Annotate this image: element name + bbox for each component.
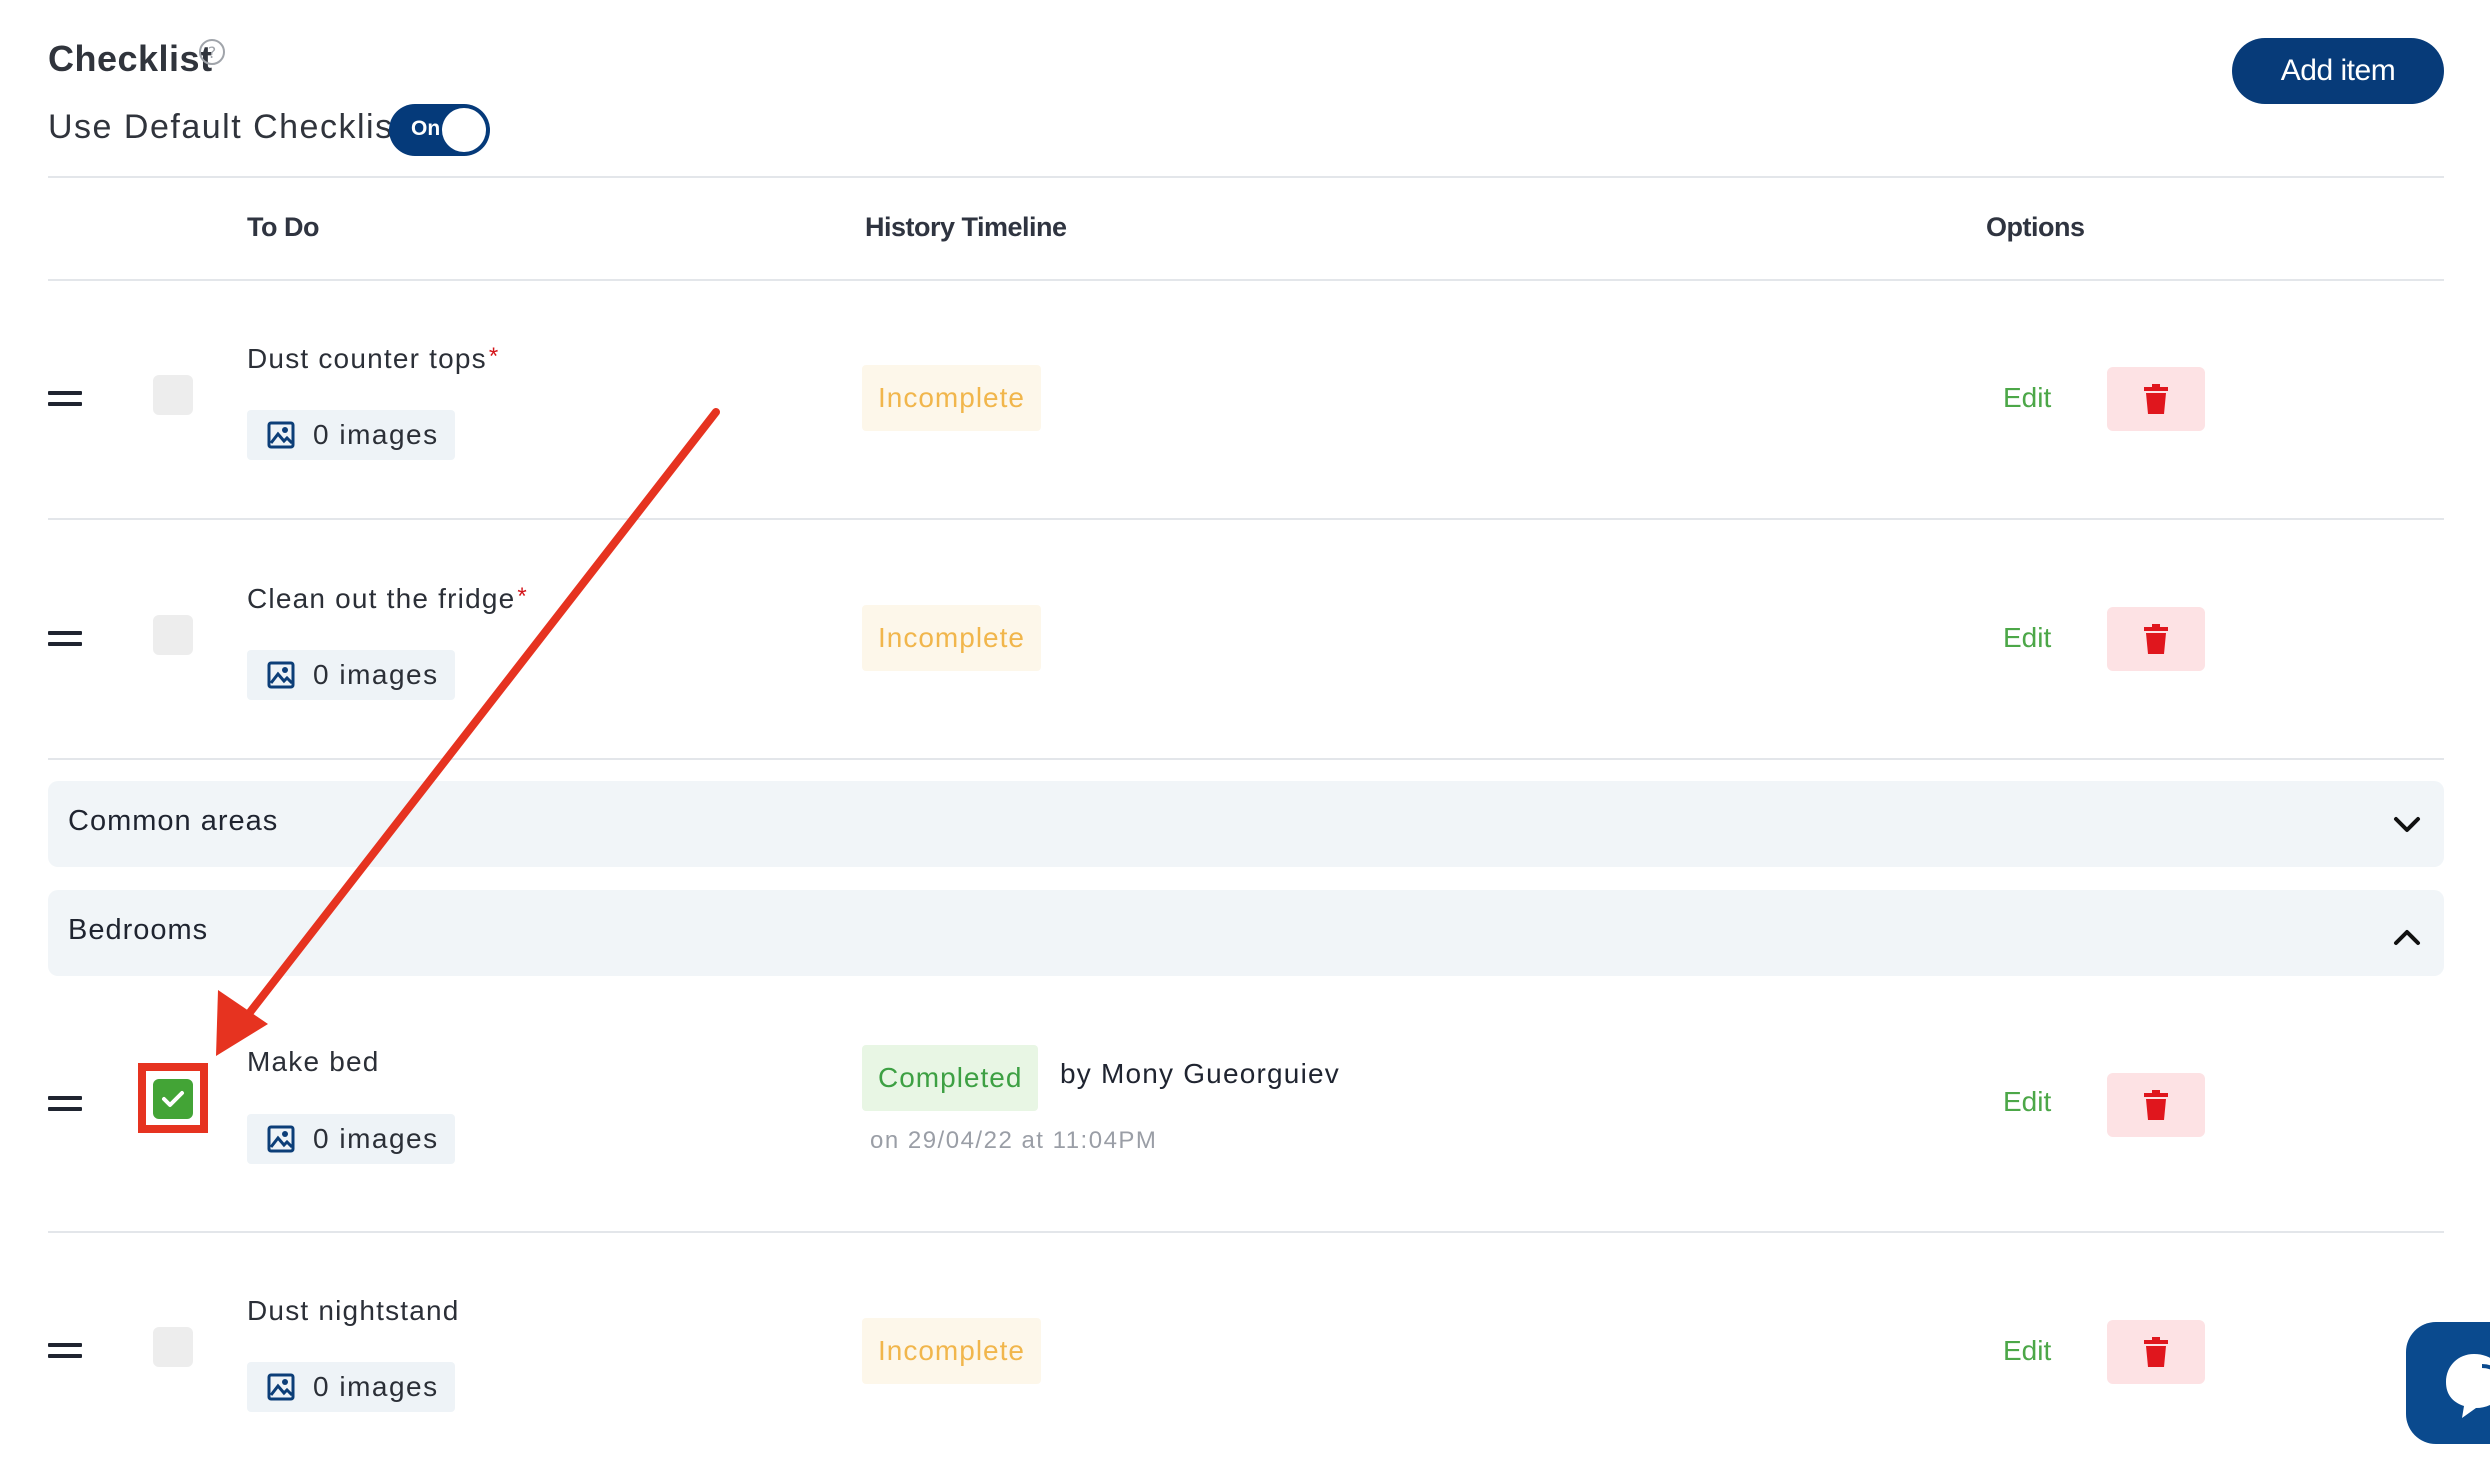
annotation-arrow	[216, 408, 720, 1056]
